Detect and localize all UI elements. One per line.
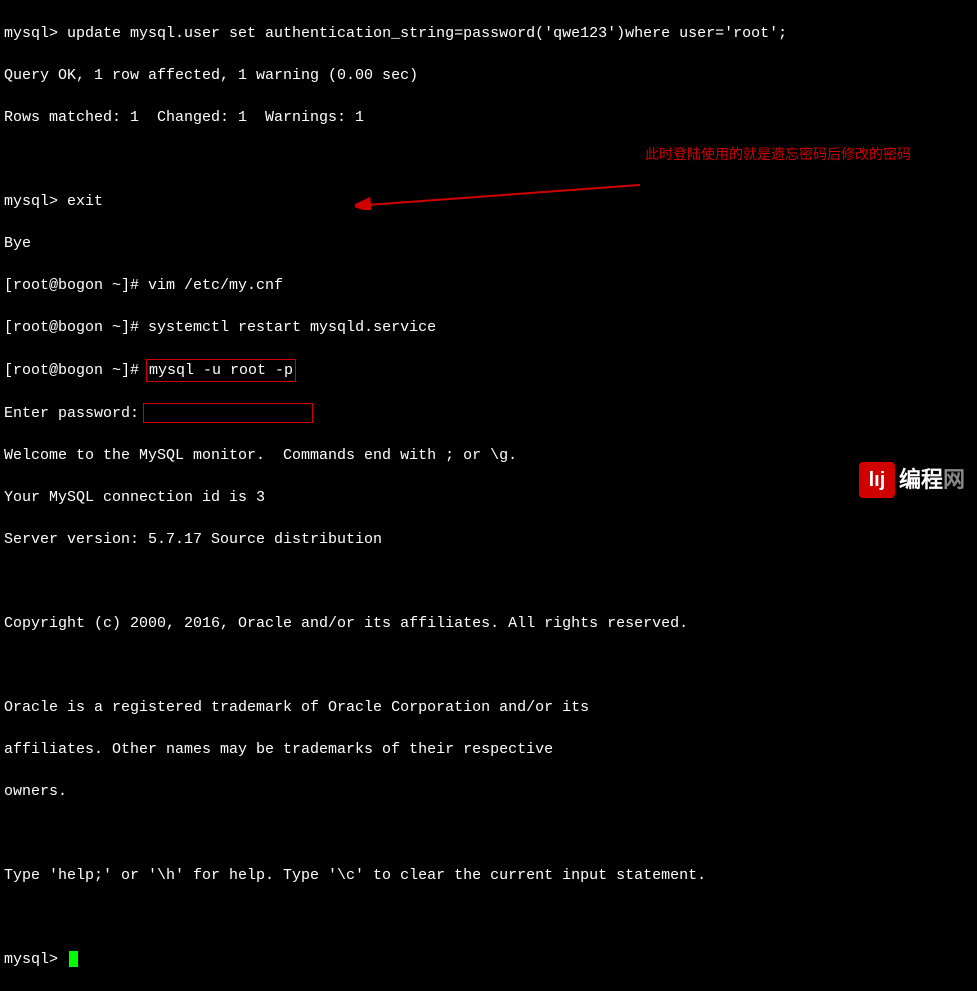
- mysql-prompt: mysql>: [4, 951, 67, 968]
- terminal-line: Bye: [4, 233, 973, 254]
- shell-prompt: [root@bogon ~]#: [4, 277, 148, 294]
- logo-icon: lıj: [859, 462, 895, 498]
- terminal-line: Welcome to the MySQL monitor. Commands e…: [4, 445, 973, 466]
- highlighted-command: mysql -u root -p: [146, 359, 296, 382]
- cursor: [69, 951, 78, 967]
- terminal-line: Oracle is a registered trademark of Orac…: [4, 697, 973, 718]
- terminal-line: [4, 907, 973, 928]
- terminal-line: [4, 823, 973, 844]
- password-prompt: Enter password:: [4, 405, 139, 422]
- shell-prompt: [root@bogon ~]#: [4, 362, 148, 379]
- terminal-line: Server version: 5.7.17 Source distributi…: [4, 529, 973, 550]
- terminal-line: Enter password:: [4, 403, 973, 424]
- mysql-prompt: mysql>: [4, 25, 67, 42]
- terminal-line: Copyright (c) 2000, 2016, Oracle and/or …: [4, 613, 973, 634]
- terminal-line: Query OK, 1 row affected, 1 warning (0.0…: [4, 65, 973, 86]
- exit-command: exit: [67, 193, 103, 210]
- systemctl-command: systemctl restart mysqld.service: [148, 319, 436, 336]
- terminal-line: mysql> exit: [4, 191, 973, 212]
- terminal-line: [root@bogon ~]# systemctl restart mysqld…: [4, 317, 973, 338]
- terminal-line: owners.: [4, 781, 973, 802]
- terminal-line: [4, 571, 973, 592]
- terminal-line: [root@bogon ~]# mysql -u root -p: [4, 359, 973, 382]
- annotation-text: 此时登陆使用的就是遗忘密码后修改的密码: [645, 145, 911, 165]
- terminal-line: Rows matched: 1 Changed: 1 Warnings: 1: [4, 107, 973, 128]
- site-logo: lıj 编程网: [859, 462, 965, 498]
- terminal-line: [root@bogon ~]# vim /etc/my.cnf: [4, 275, 973, 296]
- terminal-line: Your MySQL connection id is 3: [4, 487, 973, 508]
- logo-text: 编程网: [899, 465, 965, 496]
- terminal-line: mysql>: [4, 949, 973, 970]
- vim-command: vim /etc/my.cnf: [148, 277, 283, 294]
- password-input-highlight: [143, 403, 313, 423]
- mysql-login-command: mysql -u root -p: [149, 362, 293, 379]
- shell-prompt: [root@bogon ~]#: [4, 319, 148, 336]
- terminal-line: affiliates. Other names may be trademark…: [4, 739, 973, 760]
- terminal-line: mysql> update mysql.user set authenticat…: [4, 23, 973, 44]
- terminal-line: Type 'help;' or '\h' for help. Type '\c'…: [4, 865, 973, 886]
- logo-icon-text: lıj: [869, 466, 886, 494]
- sql-command: update mysql.user set authentication_str…: [67, 25, 787, 42]
- terminal-line: [4, 655, 973, 676]
- mysql-prompt: mysql>: [4, 193, 67, 210]
